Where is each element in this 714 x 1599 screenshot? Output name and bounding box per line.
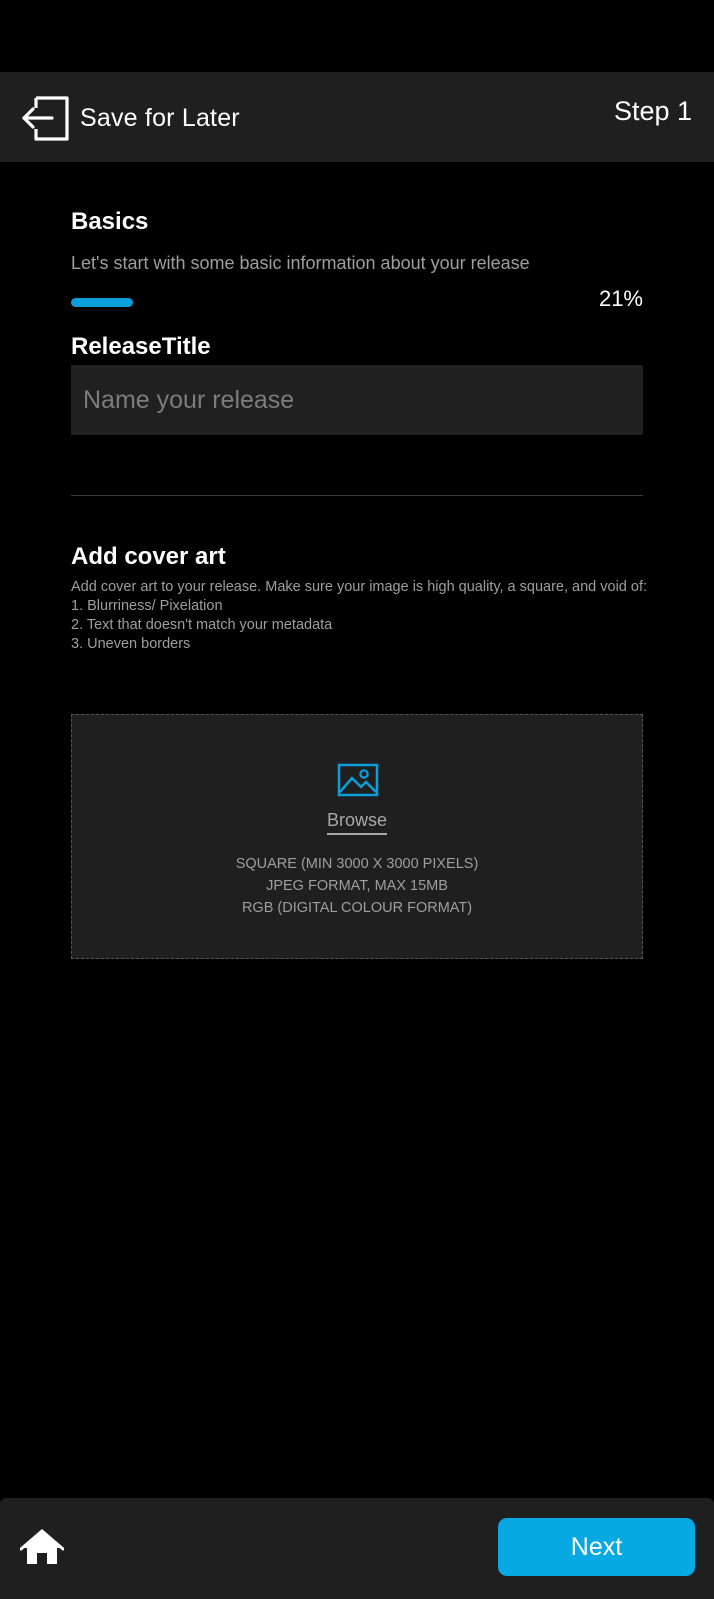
progress-bar xyxy=(71,298,581,307)
cover-art-rule-2: 2. Text that doesn't match your metadata xyxy=(71,617,333,633)
progress-bar-fill xyxy=(71,298,133,307)
basics-subtitle: Let's start with some basic information … xyxy=(71,253,530,273)
release-title-label: ReleaseTitle xyxy=(71,333,211,360)
browse-link[interactable]: Browse xyxy=(326,810,388,835)
bottom-bar: Next xyxy=(0,1498,714,1599)
requirement-size: SQUARE (MIN 3000 X 3000 PIXELS) xyxy=(235,856,479,872)
cover-art-heading: Add cover art xyxy=(71,543,226,570)
progress-percent: 21% xyxy=(598,286,643,311)
cover-art-rule-3: 3. Uneven borders xyxy=(71,636,191,652)
release-title-input[interactable] xyxy=(71,365,643,435)
requirement-colour: RGB (DIGITAL COLOUR FORMAT) xyxy=(241,900,473,916)
requirement-format: JPEG FORMAT, MAX 15MB xyxy=(266,878,448,894)
save-for-later-button[interactable]: Save for Later xyxy=(20,92,240,144)
cover-art-description: Add cover art to your release. Make sure… xyxy=(71,578,651,654)
cover-art-rule-1: 1. Blurriness/ Pixelation xyxy=(71,598,223,614)
home-icon[interactable] xyxy=(19,1528,65,1571)
step-indicator: Step 1 xyxy=(613,96,692,126)
image-icon xyxy=(337,763,379,802)
basics-heading: Basics xyxy=(71,208,149,235)
cover-art-intro: Add cover art to your release. Make sure… xyxy=(71,579,648,595)
cover-art-upload-area[interactable]: Browse SQUARE (MIN 3000 X 3000 PIXELS) J… xyxy=(71,714,643,959)
top-bar: Save for Later Step 1 xyxy=(0,72,714,162)
exit-icon xyxy=(20,92,70,144)
next-button[interactable]: Next xyxy=(498,1518,695,1576)
divider xyxy=(71,495,643,496)
save-for-later-label: Save for Later xyxy=(80,103,240,132)
browse-wrapper: Browse xyxy=(72,810,642,835)
